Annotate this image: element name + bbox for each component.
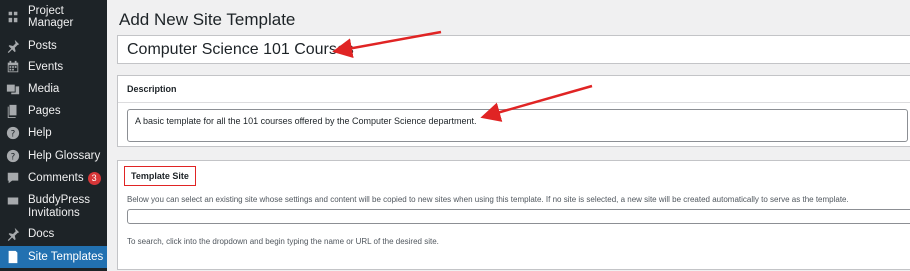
sidebar-item-docs[interactable]: Docs bbox=[0, 225, 107, 243]
help-glossary-icon: ? bbox=[6, 149, 20, 163]
sidebar-item-label-2: Invitations bbox=[28, 207, 80, 219]
description-box: Description A basic template for all the… bbox=[117, 75, 910, 147]
template-site-box: Template Site Below you can select an ex… bbox=[117, 160, 910, 270]
template-title-input[interactable] bbox=[117, 35, 910, 64]
sidebar-item-help[interactable]: ? Help bbox=[0, 124, 107, 142]
sidebar-item-label-group: BuddyPress Invitations bbox=[28, 194, 90, 220]
description-heading: Description bbox=[118, 76, 910, 103]
sidebar-item-media[interactable]: Media bbox=[0, 80, 107, 98]
help-icon: ? bbox=[6, 126, 20, 140]
sidebar-item-label: BuddyPress bbox=[28, 194, 91, 206]
admin-sidebar: Project Manager Posts Events Media Pages… bbox=[0, 0, 107, 271]
comments-icon bbox=[6, 171, 20, 185]
sidebar-item-label: Pages bbox=[28, 105, 61, 117]
template-site-help-text: Below you can select an existing site wh… bbox=[127, 195, 849, 204]
description-textarea[interactable]: A basic template for all the 101 courses… bbox=[127, 109, 908, 142]
template-site-dropdown[interactable] bbox=[127, 209, 910, 224]
pin-icon bbox=[6, 39, 20, 53]
pin-icon bbox=[6, 227, 20, 241]
project-manager-icon bbox=[6, 10, 20, 24]
svg-text:?: ? bbox=[11, 153, 16, 163]
sidebar-item-label: Help Glossary bbox=[28, 150, 101, 162]
sidebar-item-label: Project Manager bbox=[28, 5, 74, 29]
page-title: Add New Site Template bbox=[119, 10, 296, 29]
calendar-icon bbox=[6, 60, 20, 74]
sidebar-item-buddypress-invitations[interactable]: BuddyPress Invitations bbox=[0, 192, 107, 222]
sidebar-item-events[interactable]: Events bbox=[0, 58, 107, 76]
sidebar-item-label: Docs bbox=[28, 228, 55, 240]
sidebar-item-help-glossary[interactable]: ? Help Glossary bbox=[0, 147, 107, 165]
sidebar-item-pages[interactable]: Pages bbox=[0, 102, 107, 120]
sidebar-item-label: Help bbox=[28, 127, 52, 139]
sidebar-item-label: Events bbox=[28, 61, 64, 73]
site-templates-icon bbox=[6, 250, 20, 264]
sidebar-item-label: Posts bbox=[28, 40, 57, 52]
pages-icon bbox=[6, 104, 20, 118]
template-site-heading: Template Site bbox=[124, 166, 196, 186]
sidebar-item-label: Media bbox=[28, 83, 60, 95]
media-icon bbox=[6, 82, 20, 96]
sidebar-item-site-templates[interactable]: Site Templates bbox=[0, 246, 107, 268]
sidebar-item-posts[interactable]: Posts bbox=[0, 37, 107, 55]
sidebar-item-label: Comments bbox=[28, 172, 84, 184]
sidebar-item-project-manager[interactable]: Project Manager bbox=[0, 5, 107, 29]
sidebar-item-comments[interactable]: Comments 3 bbox=[0, 169, 107, 187]
svg-text:?: ? bbox=[11, 130, 16, 140]
template-site-search-help: To search, click into the dropdown and b… bbox=[127, 237, 439, 246]
buddypress-icon bbox=[6, 194, 20, 208]
comments-count-badge: 3 bbox=[87, 171, 101, 185]
sidebar-item-label: Site Templates bbox=[28, 251, 104, 263]
